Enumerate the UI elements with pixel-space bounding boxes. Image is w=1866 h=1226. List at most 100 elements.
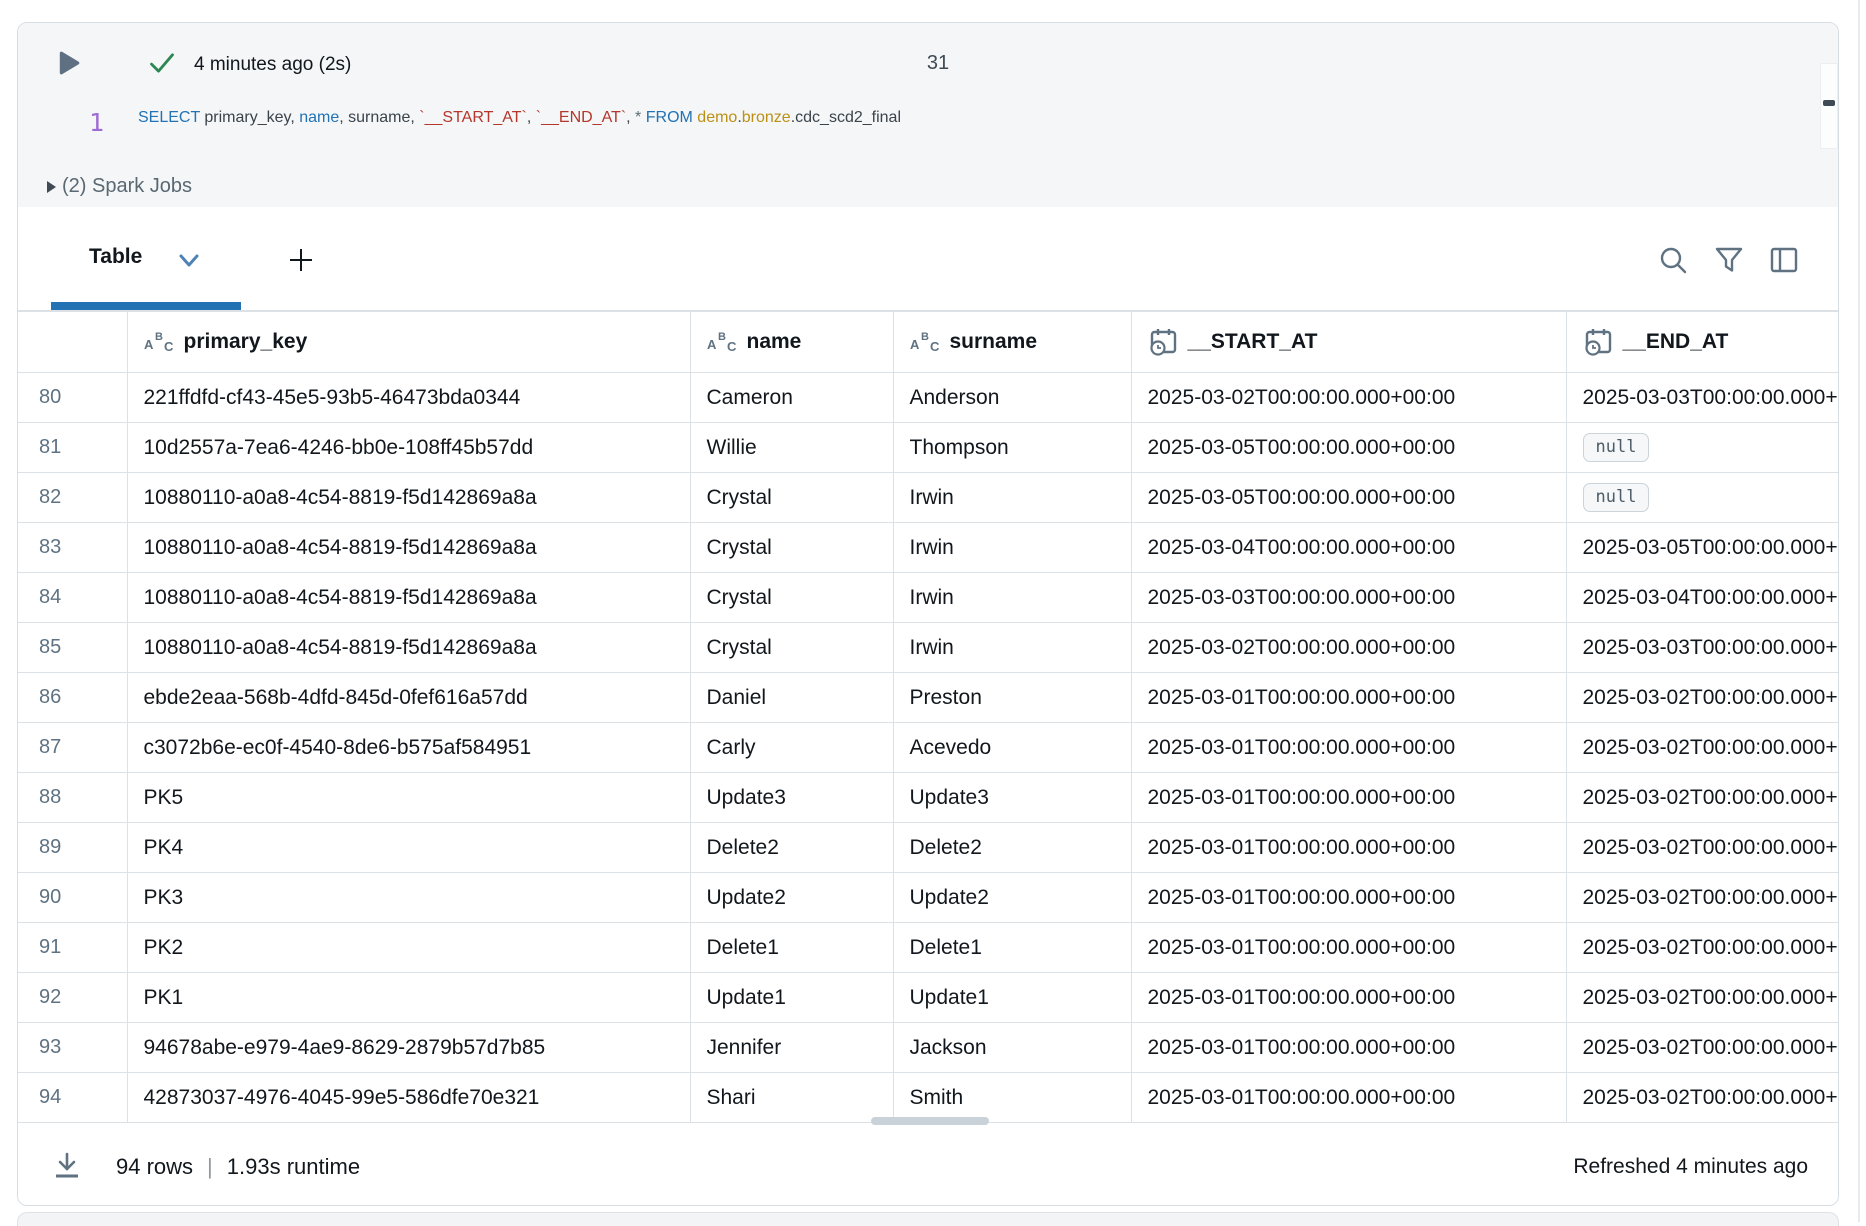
data-cell[interactable]: 2025-03-01T00:00:00.000+00:00 xyxy=(1131,823,1566,873)
filter-icon[interactable] xyxy=(1714,245,1744,275)
row-index-cell[interactable]: 85 xyxy=(18,623,127,673)
data-cell[interactable]: 10880110-a0a8-4c54-8819-f5d142869a8a xyxy=(127,473,690,523)
data-cell[interactable]: Update2 xyxy=(690,873,893,923)
data-cell[interactable]: Update3 xyxy=(893,773,1131,823)
data-cell[interactable]: Irwin xyxy=(893,573,1131,623)
column-header-name[interactable]: ABCname xyxy=(690,312,893,373)
data-cell[interactable]: Irwin xyxy=(893,623,1131,673)
data-cell[interactable]: 2025-03-02T00:00:00.000+00:00 xyxy=(1566,1073,1839,1123)
data-cell[interactable]: Update1 xyxy=(893,973,1131,1023)
data-cell[interactable]: Shari xyxy=(690,1073,893,1123)
data-cell[interactable]: PK2 xyxy=(127,923,690,973)
row-index-cell[interactable]: 94 xyxy=(18,1073,127,1123)
row-index-cell[interactable]: 90 xyxy=(18,873,127,923)
download-results-button[interactable] xyxy=(52,1151,82,1183)
data-cell[interactable]: 2025-03-01T00:00:00.000+00:00 xyxy=(1131,923,1566,973)
data-cell[interactable]: null xyxy=(1566,423,1839,473)
data-cell[interactable]: 2025-03-01T00:00:00.000+00:00 xyxy=(1131,673,1566,723)
row-index-cell[interactable]: 92 xyxy=(18,973,127,1023)
column-header-surname[interactable]: ABCsurname xyxy=(893,312,1131,373)
data-cell[interactable]: Acevedo xyxy=(893,723,1131,773)
data-cell[interactable]: Daniel xyxy=(690,673,893,723)
data-cell[interactable]: Cameron xyxy=(690,373,893,423)
row-index-cell[interactable]: 84 xyxy=(18,573,127,623)
data-cell[interactable]: 2025-03-02T00:00:00.000+00:00 xyxy=(1566,873,1839,923)
data-cell[interactable]: Delete2 xyxy=(893,823,1131,873)
add-visualization-button[interactable] xyxy=(288,247,314,273)
spark-jobs-toggle[interactable]: (2) Spark Jobs xyxy=(18,171,1838,207)
data-cell[interactable]: Jackson xyxy=(893,1023,1131,1073)
data-cell[interactable]: c3072b6e-ec0f-4540-8de6-b575af584951 xyxy=(127,723,690,773)
panel-icon[interactable] xyxy=(1769,245,1799,275)
data-cell[interactable]: 2025-03-02T00:00:00.000+00:00 xyxy=(1566,973,1839,1023)
data-cell[interactable]: Crystal xyxy=(690,623,893,673)
data-cell[interactable]: Carly xyxy=(690,723,893,773)
data-cell[interactable]: Crystal xyxy=(690,573,893,623)
data-cell[interactable]: Crystal xyxy=(690,473,893,523)
data-cell[interactable]: 2025-03-05T00:00:00.000+00:00 xyxy=(1566,523,1839,573)
data-cell[interactable]: 221ffdfd-cf43-45e5-93b5-46473bda0344 xyxy=(127,373,690,423)
data-cell[interactable]: 2025-03-02T00:00:00.000+00:00 xyxy=(1131,623,1566,673)
sql-code-line[interactable]: SELECT primary_key, name, surname, `__ST… xyxy=(138,109,901,127)
data-cell[interactable]: 2025-03-02T00:00:00.000+00:00 xyxy=(1131,373,1566,423)
row-index-cell[interactable]: 81 xyxy=(18,423,127,473)
data-cell[interactable]: 2025-03-02T00:00:00.000+00:00 xyxy=(1566,673,1839,723)
code-minimap-thumb[interactable] xyxy=(1823,100,1835,106)
chevron-down-icon[interactable] xyxy=(178,253,200,269)
data-cell[interactable]: 2025-03-03T00:00:00.000+00:00 xyxy=(1131,573,1566,623)
column-header-__END_AT[interactable]: __END_AT xyxy=(1566,312,1839,373)
row-index-cell[interactable]: 86 xyxy=(18,673,127,723)
data-cell[interactable]: 2025-03-05T00:00:00.000+00:00 xyxy=(1131,423,1566,473)
row-index-cell[interactable]: 82 xyxy=(18,473,127,523)
data-cell[interactable]: 2025-03-01T00:00:00.000+00:00 xyxy=(1131,773,1566,823)
run-cell-button[interactable] xyxy=(56,50,82,76)
data-cell[interactable]: ebde2eaa-568b-4dfd-845d-0fef616a57dd xyxy=(127,673,690,723)
data-cell[interactable]: 2025-03-01T00:00:00.000+00:00 xyxy=(1131,873,1566,923)
data-cell[interactable]: PK1 xyxy=(127,973,690,1023)
data-cell[interactable]: PK5 xyxy=(127,773,690,823)
data-cell[interactable]: 2025-03-01T00:00:00.000+00:00 xyxy=(1131,723,1566,773)
row-index-header[interactable] xyxy=(18,312,127,373)
search-icon[interactable] xyxy=(1658,245,1688,275)
data-cell[interactable]: 2025-03-03T00:00:00.000+00:00 xyxy=(1566,623,1839,673)
data-cell[interactable]: 2025-03-01T00:00:00.000+00:00 xyxy=(1131,973,1566,1023)
row-index-cell[interactable]: 88 xyxy=(18,773,127,823)
data-cell[interactable]: Update1 xyxy=(690,973,893,1023)
data-cell[interactable]: 2025-03-01T00:00:00.000+00:00 xyxy=(1131,1073,1566,1123)
row-index-cell[interactable]: 89 xyxy=(18,823,127,873)
data-cell[interactable]: Delete2 xyxy=(690,823,893,873)
column-header-primary_key[interactable]: ABCprimary_key xyxy=(127,312,690,373)
row-index-cell[interactable]: 80 xyxy=(18,373,127,423)
data-cell[interactable]: 10880110-a0a8-4c54-8819-f5d142869a8a xyxy=(127,623,690,673)
data-cell[interactable]: 2025-03-02T00:00:00.000+00:00 xyxy=(1566,1023,1839,1073)
data-cell[interactable]: 2025-03-02T00:00:00.000+00:00 xyxy=(1566,823,1839,873)
data-cell[interactable]: 42873037-4976-4045-99e5-586dfe70e321 xyxy=(127,1073,690,1123)
data-cell[interactable]: Thompson xyxy=(893,423,1131,473)
row-index-cell[interactable]: 93 xyxy=(18,1023,127,1073)
data-cell[interactable]: 2025-03-05T00:00:00.000+00:00 xyxy=(1131,473,1566,523)
data-cell[interactable]: null xyxy=(1566,473,1839,523)
data-cell[interactable]: 2025-03-02T00:00:00.000+00:00 xyxy=(1566,773,1839,823)
data-cell[interactable]: 10880110-a0a8-4c54-8819-f5d142869a8a xyxy=(127,523,690,573)
data-cell[interactable]: Crystal xyxy=(690,523,893,573)
row-index-cell[interactable]: 87 xyxy=(18,723,127,773)
data-cell[interactable]: 2025-03-04T00:00:00.000+00:00 xyxy=(1566,573,1839,623)
data-cell[interactable]: Willie xyxy=(690,423,893,473)
data-cell[interactable]: 2025-03-02T00:00:00.000+00:00 xyxy=(1566,923,1839,973)
data-cell[interactable]: PK4 xyxy=(127,823,690,873)
tab-table[interactable]: Table xyxy=(89,245,142,269)
data-cell[interactable]: 2025-03-03T00:00:00.000+00:00 xyxy=(1566,373,1839,423)
data-cell[interactable]: 10d2557a-7ea6-4246-bb0e-108ff45b57dd xyxy=(127,423,690,473)
data-cell[interactable]: Irwin xyxy=(893,473,1131,523)
data-cell[interactable]: 94678abe-e979-4ae9-8629-2879b57d7b85 xyxy=(127,1023,690,1073)
data-cell[interactable]: Smith xyxy=(893,1073,1131,1123)
data-cell[interactable]: PK3 xyxy=(127,873,690,923)
data-cell[interactable]: Preston xyxy=(893,673,1131,723)
data-cell[interactable]: Delete1 xyxy=(690,923,893,973)
data-cell[interactable]: 2025-03-01T00:00:00.000+00:00 xyxy=(1131,1023,1566,1073)
data-cell[interactable]: 2025-03-04T00:00:00.000+00:00 xyxy=(1131,523,1566,573)
horizontal-scrollbar-thumb[interactable] xyxy=(871,1117,989,1125)
data-cell[interactable]: Jennifer xyxy=(690,1023,893,1073)
data-cell[interactable]: Update3 xyxy=(690,773,893,823)
row-index-cell[interactable]: 83 xyxy=(18,523,127,573)
